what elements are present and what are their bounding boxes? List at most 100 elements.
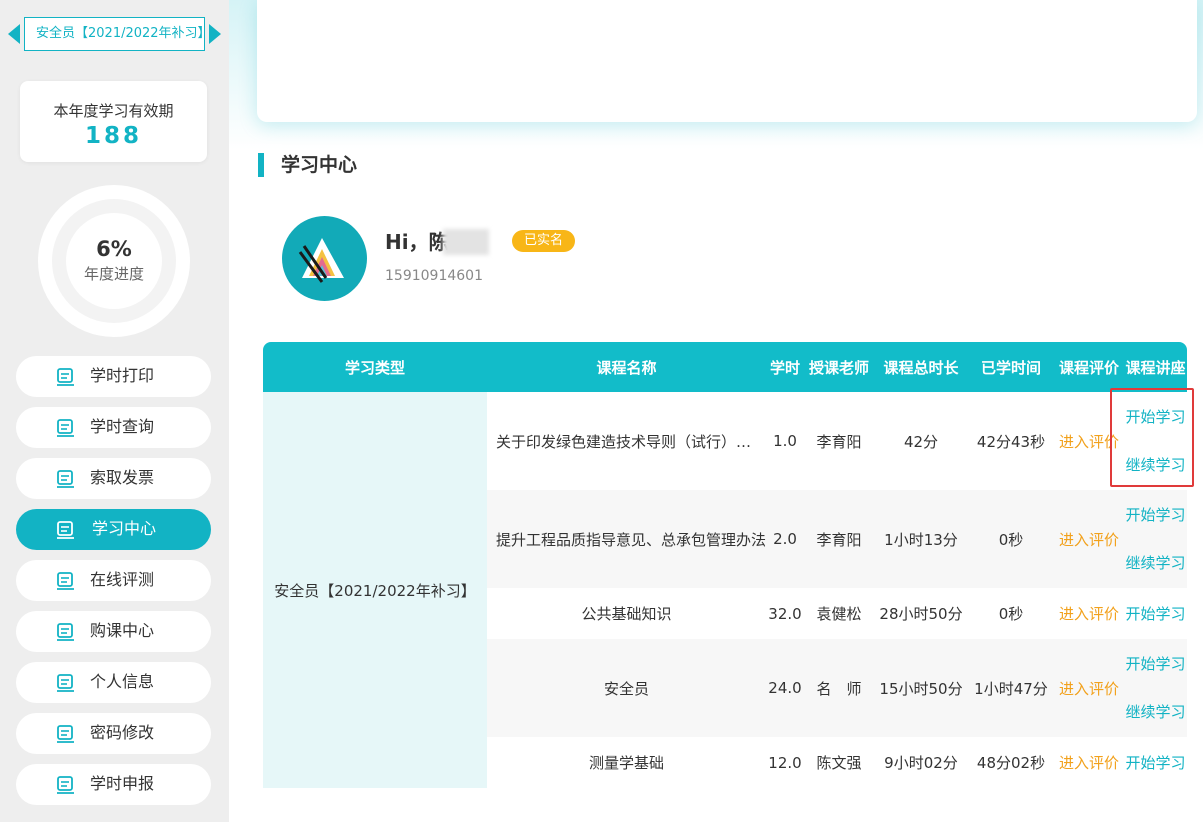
course-switcher: 安全员【2021/2022年补习】 [8, 17, 221, 51]
lecture-cell: 开始学习 继续学习 [1124, 490, 1187, 588]
top-card [257, 0, 1197, 122]
course-name-cell: 提升工程品质指导意见、总承包管理办法 [487, 490, 766, 588]
sidebar-item-label: 个人信息 [90, 672, 155, 691]
course-table: 学习类型 课程名称 学时 授课老师 课程总时长 已学时间 课程评价 课程讲座 安… [263, 342, 1187, 788]
next-course-arrow-icon[interactable] [209, 24, 221, 44]
sidebar-item-3[interactable]: 索取发票 [16, 458, 211, 499]
start-study-link[interactable]: 开始学习 [1124, 503, 1187, 527]
invoice-icon [56, 469, 76, 489]
id-card-icon [56, 673, 76, 693]
header-lecture: 课程讲座 [1124, 342, 1187, 392]
validity-value: 188 [84, 123, 142, 149]
evaluation-cell: 进入评价 [1054, 639, 1124, 737]
masked-name [443, 229, 489, 255]
enter-evaluation-link[interactable]: 进入评价 [1059, 680, 1119, 698]
enter-evaluation-link[interactable]: 进入评价 [1059, 531, 1119, 549]
prev-course-arrow-icon[interactable] [8, 24, 20, 44]
studied-cell: 48分02秒 [976, 754, 1046, 772]
progress-value: 6% [96, 237, 132, 261]
password-icon [56, 724, 76, 744]
start-study-link[interactable]: 开始学习 [1124, 405, 1187, 429]
sidebar-item-label: 学时查询 [90, 417, 155, 436]
course-name-cell: 测量学基础 [588, 754, 664, 772]
hours-cell: 12.0 [768, 753, 802, 772]
duration-cell: 28小时50分 [879, 605, 963, 623]
start-study-link[interactable]: 开始学习 [1124, 751, 1187, 775]
sidebar-item-label: 学习中心 [92, 519, 157, 538]
duration-cell: 15小时50分 [874, 639, 968, 737]
logo-icon [298, 238, 344, 283]
lecture-cell: 开始学习 继续学习 [1124, 392, 1187, 490]
evaluation-cell: 进入评价 [1054, 490, 1124, 588]
sidebar-item-7[interactable]: 个人信息 [16, 662, 211, 703]
lecture-cell: 开始学习 [1124, 588, 1187, 639]
evaluation-cell: 进入评价 [1054, 588, 1124, 639]
hours-cell: 32.0 [768, 604, 802, 623]
continue-study-link[interactable]: 继续学习 [1124, 453, 1187, 477]
document-search-icon [56, 418, 76, 438]
header-study-type: 学习类型 [263, 342, 487, 392]
sidebar-item-label: 学时打印 [90, 366, 155, 385]
sidebar-item-2[interactable]: 学时查询 [16, 407, 211, 448]
online-test-icon [56, 571, 76, 591]
start-study-link[interactable]: 开始学习 [1124, 602, 1187, 626]
table-header-row: 学习类型 课程名称 学时 授课老师 课程总时长 已学时间 课程评价 课程讲座 [263, 342, 1187, 392]
lecture-cell: 开始学习 [1124, 737, 1187, 788]
video-play-icon [56, 520, 76, 540]
continue-study-link[interactable]: 继续学习 [1124, 700, 1187, 724]
teacher-cell: 李育阳 [804, 490, 874, 588]
section-accent-bar [258, 153, 264, 177]
enter-evaluation-link[interactable]: 进入评价 [1059, 754, 1119, 772]
sidebar-item-9[interactable]: 学时申报 [16, 764, 211, 805]
enter-evaluation-link[interactable]: 进入评价 [1059, 433, 1119, 451]
progress-label: 年度进度 [83, 265, 144, 283]
studied-cell: 42分43秒 [976, 432, 1046, 451]
header-total-duration: 课程总时长 [874, 342, 968, 392]
table-row: 安全员【2021/2022年补习】 关于印发绿色建造技术导则（试行）的通知 1.0 李… [263, 392, 1187, 788]
current-course-name[interactable]: 安全员【2021/2022年补习】 [24, 17, 205, 51]
course-name-cell: 关于印发绿色建造技术导则（试行）的通知 [496, 432, 766, 451]
sidebar-item-6[interactable]: 购课中心 [16, 611, 211, 652]
studied-cell: 1小时47分 [968, 639, 1054, 737]
continue-study-link[interactable]: 继续学习 [1124, 551, 1187, 575]
shopping-icon [56, 622, 76, 642]
start-study-link[interactable]: 开始学习 [1124, 652, 1187, 676]
duration-cell: 42分 [903, 432, 939, 451]
header-course-name: 课程名称 [487, 342, 766, 392]
declare-icon [56, 775, 76, 795]
evaluation-cell: 进入评价 [1054, 737, 1124, 788]
document-print-icon [56, 367, 76, 387]
avatar [282, 216, 367, 301]
sidebar-item-4[interactable]: 学习中心 [16, 509, 211, 550]
verified-badge: 已实名 [512, 230, 575, 252]
evaluation-cell: 进入评价 [1054, 392, 1124, 490]
sidebar-item-label: 购课中心 [90, 621, 155, 640]
sidebar-item-5[interactable]: 在线评测 [16, 560, 211, 601]
teacher-cell: 袁健松 [816, 605, 862, 623]
hours-cell: 2.0 [766, 490, 804, 588]
user-greeting: Hi，陈 [385, 230, 449, 254]
course-name-cell: 安全员 [487, 639, 766, 737]
lecture-cell: 开始学习 继续学习 [1124, 639, 1187, 737]
teacher-cell: 陈文强 [816, 754, 862, 772]
sidebar: 安全员【2021/2022年补习】 本年度学习有效期 188 6% 年度进度 学… [0, 0, 229, 822]
duration-cell: 1小时13分 [874, 490, 968, 588]
studied-cell: 0秒 [998, 605, 1024, 623]
sidebar-item-label: 学时申报 [90, 774, 155, 793]
section-title: 学习中心 [281, 154, 358, 176]
teacher-cell: 李育阳 [816, 432, 862, 451]
validity-card: 本年度学习有效期 188 [20, 81, 207, 162]
study-type-cell: 安全员【2021/2022年补习】 [263, 392, 487, 788]
validity-label: 本年度学习有效期 [53, 102, 174, 120]
course-name-cell: 公共基础知识 [581, 605, 672, 623]
hours-cell: 24.0 [766, 639, 804, 737]
hours-cell: 1.0 [773, 432, 797, 450]
annual-progress-ring: 6% 年度进度 [38, 185, 190, 337]
header-studied-time: 已学时间 [968, 342, 1054, 392]
duration-cell: 9小时02分 [884, 754, 958, 772]
header-hours: 学时 [766, 342, 804, 392]
sidebar-item-label: 密码修改 [90, 723, 155, 742]
sidebar-item-8[interactable]: 密码修改 [16, 713, 211, 754]
sidebar-item-1[interactable]: 学时打印 [16, 356, 211, 397]
enter-evaluation-link[interactable]: 进入评价 [1059, 605, 1119, 623]
